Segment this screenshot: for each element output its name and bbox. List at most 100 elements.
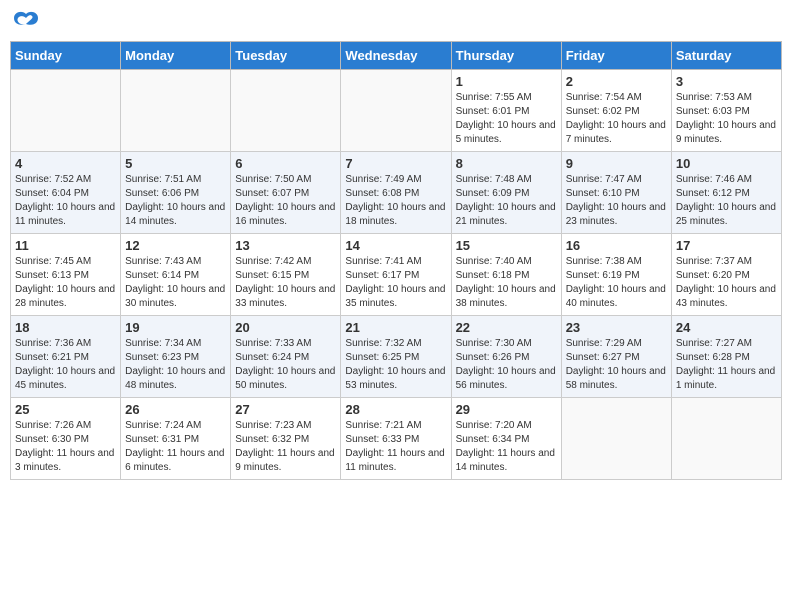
calendar-day-cell: 15 Sunrise: 7:40 AM Sunset: 6:18 PM Dayli… [451, 234, 561, 316]
day-info: Sunrise: 7:20 AM Sunset: 6:34 PM Dayligh… [456, 419, 557, 475]
calendar-week-row: 1 Sunrise: 7:55 AM Sunset: 6:01 PM Daylig… [11, 70, 782, 152]
calendar-header-monday: Monday [121, 42, 231, 70]
day-info: Sunrise: 7:21 AM Sunset: 6:33 PM Dayligh… [345, 419, 446, 475]
calendar-header-friday: Friday [561, 42, 671, 70]
calendar-day-cell: 18Sunrise: 7:36 AM Sunset: 6:21 PM Dayli… [11, 316, 121, 398]
day-info: Sunrise: 7:41 AM Sunset: 6:17 PM Dayligh… [345, 255, 446, 311]
calendar-day-cell: 19Sunrise: 7:34 AM Sunset: 6:23 PM Dayli… [121, 316, 231, 398]
calendar-day-cell [341, 70, 451, 152]
day-info: Sunrise: 7:52 AM Sunset: 6:04 PM Dayligh… [15, 173, 116, 229]
calendar-day-cell: 14 Sunrise: 7:41 AM Sunset: 6:17 PM Dayli… [341, 234, 451, 316]
day-info: Sunrise: 7:55 AM Sunset: 6:01 PM Dayligh… [456, 91, 557, 147]
day-info: Sunrise: 7:51 AM Sunset: 6:06 PM Dayligh… [125, 173, 226, 229]
logo [10, 10, 40, 33]
day-number: 3 [676, 74, 777, 89]
day-number: 22 [456, 320, 557, 335]
day-info: Sunrise: 7:29 AM Sunset: 6:27 PM Dayligh… [566, 337, 667, 393]
day-number: 15 [456, 238, 557, 253]
logo-bird-icon [12, 10, 40, 32]
day-number: 16 [566, 238, 667, 253]
calendar-day-cell: 26 Sunrise: 7:24 AM Sunset: 6:31 PM Dayli… [121, 398, 231, 480]
calendar-week-row: 11 Sunrise: 7:45 AM Sunset: 6:13 PM Dayli… [11, 234, 782, 316]
day-number: 6 [235, 156, 336, 171]
day-info: Sunrise: 7:23 AM Sunset: 6:32 PM Dayligh… [235, 419, 336, 475]
day-number: 29 [456, 402, 557, 417]
calendar-day-cell: 5 Sunrise: 7:51 AM Sunset: 6:06 PM Daylig… [121, 152, 231, 234]
day-info: Sunrise: 7:54 AM Sunset: 6:02 PM Dayligh… [566, 91, 667, 147]
day-number: 7 [345, 156, 446, 171]
calendar-week-row: 4 Sunrise: 7:52 AM Sunset: 6:04 PM Daylig… [11, 152, 782, 234]
day-info: Sunrise: 7:53 AM Sunset: 6:03 PM Dayligh… [676, 91, 777, 147]
calendar-day-cell: 8 Sunrise: 7:48 AM Sunset: 6:09 PM Daylig… [451, 152, 561, 234]
day-number: 2 [566, 74, 667, 89]
calendar-header-sunday: Sunday [11, 42, 121, 70]
day-number: 18 [15, 320, 116, 335]
calendar-day-cell: 12Sunrise: 7:43 AM Sunset: 6:14 PM Dayli… [121, 234, 231, 316]
day-number: 1 [456, 74, 557, 89]
day-number: 10 [676, 156, 777, 171]
day-number: 13 [235, 238, 336, 253]
calendar-day-cell [121, 70, 231, 152]
calendar-day-cell: 24 Sunrise: 7:27 AM Sunset: 6:28 PM Dayli… [671, 316, 781, 398]
day-info: Sunrise: 7:45 AM Sunset: 6:13 PM Dayligh… [15, 255, 116, 311]
day-number: 5 [125, 156, 226, 171]
calendar-day-cell: 10 Sunrise: 7:46 AM Sunset: 6:12 PM Dayli… [671, 152, 781, 234]
calendar-day-cell: 25 Sunrise: 7:26 AM Sunset: 6:30 PM Dayli… [11, 398, 121, 480]
calendar-day-cell [231, 70, 341, 152]
calendar-day-cell: 6Sunrise: 7:50 AM Sunset: 6:07 PM Daylig… [231, 152, 341, 234]
day-info: Sunrise: 7:42 AM Sunset: 6:15 PM Dayligh… [235, 255, 336, 311]
day-info: Sunrise: 7:33 AM Sunset: 6:24 PM Dayligh… [235, 337, 336, 393]
day-number: 24 [676, 320, 777, 335]
calendar-day-cell: 3 Sunrise: 7:53 AM Sunset: 6:03 PM Daylig… [671, 70, 781, 152]
day-number: 23 [566, 320, 667, 335]
day-info: Sunrise: 7:46 AM Sunset: 6:12 PM Dayligh… [676, 173, 777, 229]
day-number: 14 [345, 238, 446, 253]
calendar-day-cell: 13 Sunrise: 7:42 AM Sunset: 6:15 PM Dayli… [231, 234, 341, 316]
calendar-week-row: 25 Sunrise: 7:26 AM Sunset: 6:30 PM Dayli… [11, 398, 782, 480]
day-number: 21 [345, 320, 446, 335]
calendar-day-cell: 2 Sunrise: 7:54 AM Sunset: 6:02 PM Daylig… [561, 70, 671, 152]
day-info: Sunrise: 7:37 AM Sunset: 6:20 PM Dayligh… [676, 255, 777, 311]
calendar-header-thursday: Thursday [451, 42, 561, 70]
calendar-day-cell: 7Sunrise: 7:49 AM Sunset: 6:08 PM Daylig… [341, 152, 451, 234]
day-info: Sunrise: 7:34 AM Sunset: 6:23 PM Dayligh… [125, 337, 226, 393]
day-number: 28 [345, 402, 446, 417]
calendar-header-row: SundayMondayTuesdayWednesdayThursdayFrid… [11, 42, 782, 70]
calendar-day-cell: 20Sunrise: 7:33 AM Sunset: 6:24 PM Dayli… [231, 316, 341, 398]
day-info: Sunrise: 7:48 AM Sunset: 6:09 PM Dayligh… [456, 173, 557, 229]
day-info: Sunrise: 7:24 AM Sunset: 6:31 PM Dayligh… [125, 419, 226, 475]
day-info: Sunrise: 7:32 AM Sunset: 6:25 PM Dayligh… [345, 337, 446, 393]
calendar-day-cell: 1 Sunrise: 7:55 AM Sunset: 6:01 PM Daylig… [451, 70, 561, 152]
day-number: 26 [125, 402, 226, 417]
calendar-day-cell: 29 Sunrise: 7:20 AM Sunset: 6:34 PM Dayli… [451, 398, 561, 480]
header [10, 10, 782, 33]
calendar-day-cell: 9Sunrise: 7:47 AM Sunset: 6:10 PM Daylig… [561, 152, 671, 234]
day-number: 8 [456, 156, 557, 171]
calendar-header-wednesday: Wednesday [341, 42, 451, 70]
calendar-header-saturday: Saturday [671, 42, 781, 70]
calendar-day-cell: 4 Sunrise: 7:52 AM Sunset: 6:04 PM Daylig… [11, 152, 121, 234]
calendar-day-cell: 17Sunrise: 7:37 AM Sunset: 6:20 PM Dayli… [671, 234, 781, 316]
calendar-day-cell: 28 Sunrise: 7:21 AM Sunset: 6:33 PM Dayli… [341, 398, 451, 480]
calendar-day-cell [11, 70, 121, 152]
calendar-header-tuesday: Tuesday [231, 42, 341, 70]
calendar-week-row: 18Sunrise: 7:36 AM Sunset: 6:21 PM Dayli… [11, 316, 782, 398]
day-number: 4 [15, 156, 116, 171]
calendar-day-cell [671, 398, 781, 480]
day-info: Sunrise: 7:30 AM Sunset: 6:26 PM Dayligh… [456, 337, 557, 393]
day-info: Sunrise: 7:27 AM Sunset: 6:28 PM Dayligh… [676, 337, 777, 393]
day-number: 11 [15, 238, 116, 253]
day-number: 12 [125, 238, 226, 253]
calendar-day-cell: 16 Sunrise: 7:38 AM Sunset: 6:19 PM Dayli… [561, 234, 671, 316]
day-number: 25 [15, 402, 116, 417]
calendar-day-cell [561, 398, 671, 480]
calendar-day-cell: 21 Sunrise: 7:32 AM Sunset: 6:25 PM Dayli… [341, 316, 451, 398]
day-number: 27 [235, 402, 336, 417]
day-info: Sunrise: 7:40 AM Sunset: 6:18 PM Dayligh… [456, 255, 557, 311]
day-info: Sunrise: 7:26 AM Sunset: 6:30 PM Dayligh… [15, 419, 116, 475]
calendar-day-cell: 22 Sunrise: 7:30 AM Sunset: 6:26 PM Dayli… [451, 316, 561, 398]
calendar-day-cell: 11 Sunrise: 7:45 AM Sunset: 6:13 PM Dayli… [11, 234, 121, 316]
calendar-table: SundayMondayTuesdayWednesdayThursdayFrid… [10, 41, 782, 480]
day-info: Sunrise: 7:38 AM Sunset: 6:19 PM Dayligh… [566, 255, 667, 311]
calendar-day-cell: 23 Sunrise: 7:29 AM Sunset: 6:27 PM Dayli… [561, 316, 671, 398]
